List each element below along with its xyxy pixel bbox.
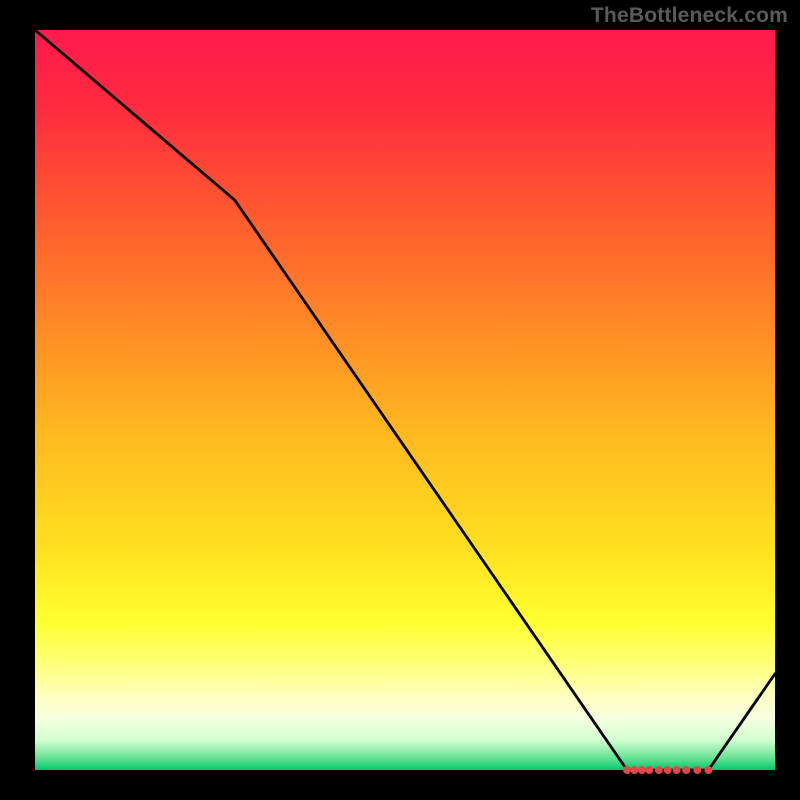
marker-group (623, 766, 712, 774)
marker-dot (682, 766, 690, 774)
marker-dot (623, 766, 631, 774)
marker-dot (638, 766, 646, 774)
bottleneck-chart (0, 0, 800, 800)
marker-dot (673, 766, 681, 774)
plot-background (35, 30, 775, 770)
marker-dot (645, 766, 653, 774)
marker-dot (630, 766, 638, 774)
marker-dot (704, 766, 712, 774)
marker-dot (693, 766, 701, 774)
marker-dot (664, 766, 672, 774)
marker-dot (655, 766, 663, 774)
watermark-text: TheBottleneck.com (591, 4, 788, 28)
